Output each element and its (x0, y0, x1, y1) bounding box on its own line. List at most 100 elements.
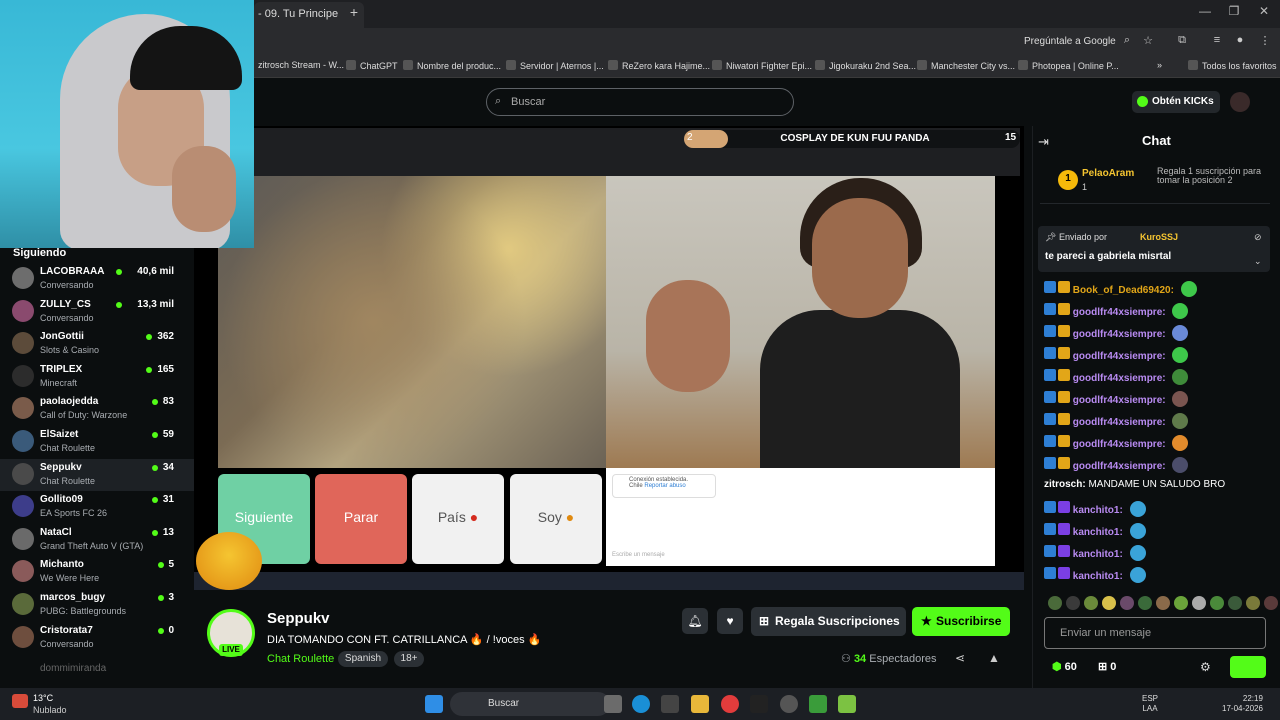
report-icon[interactable]: ▲ (988, 651, 1000, 665)
star-icon[interactable]: ☆ (1141, 34, 1155, 48)
chrome-icon[interactable] (721, 695, 739, 713)
streamer-name[interactable]: Seppukv (267, 610, 330, 627)
chat-username[interactable]: goodlfr44xsiempre: (1073, 329, 1166, 340)
chat-username[interactable]: goodlfr44xsiempre: (1073, 351, 1166, 362)
emote-icon[interactable] (1066, 596, 1080, 610)
chat-username[interactable]: kanchito1: (1073, 549, 1123, 560)
chevron-down-icon[interactable]: ⌄ (1254, 256, 1262, 267)
collapse-chat-icon[interactable]: ⇥ (1038, 134, 1049, 150)
task-view-icon[interactable] (604, 695, 622, 713)
chat-username[interactable]: goodlfr44xsiempre: (1073, 373, 1166, 384)
emote-quickbar[interactable] (1040, 594, 1278, 614)
minimize-icon[interactable]: — (1195, 4, 1215, 22)
weather-desc[interactable]: Nublado (33, 705, 67, 715)
bookmark-item[interactable]: Servidor | Aternos |... (506, 60, 604, 74)
bell-icon[interactable]: 🔔︎ (682, 608, 708, 634)
all-bookmarks[interactable]: Todos los favoritos (1188, 60, 1277, 74)
unpin-icon[interactable]: ⊘ (1254, 232, 1262, 243)
chat-username[interactable]: kanchito1: (1073, 571, 1123, 582)
new-tab-button[interactable]: + (346, 4, 362, 22)
language-indicator[interactable]: ESP LAA (1142, 694, 1158, 714)
sidebar-item-lacobraaa[interactable]: LACOBRAAA Conversando 40,6 mil (0, 263, 194, 295)
sidebar-item-michanto[interactable]: Michanto We Were Here 5 (0, 556, 194, 588)
age-tag[interactable]: 18+ (394, 651, 424, 667)
sidebar-item-natacl[interactable]: NataCl Grand Theft Auto V (GTA) 13 (0, 524, 194, 556)
emote-icon[interactable] (1210, 596, 1224, 610)
windows-start-icon[interactable] (425, 695, 443, 713)
gift-cta[interactable]: Regala 1 suscripción para tomar la posic… (1157, 167, 1267, 185)
menu-icon[interactable]: ⋮ (1258, 34, 1272, 48)
share-icon[interactable]: ⋖ (955, 651, 965, 665)
chat-message-input[interactable]: Enviar un mensaje (1044, 617, 1266, 649)
stream-category[interactable]: Chat Roulette (267, 653, 334, 665)
sidebar-item-marcos_bugy[interactable]: marcos_bugy PUBG: Battlegrounds 3 (0, 589, 194, 621)
emote-icon[interactable] (1228, 596, 1242, 610)
sidebar-item-seppukv[interactable]: Seppukv Chat Roulette 34 (0, 458, 194, 491)
chat-username[interactable]: Book_of_Dead69420: (1073, 285, 1174, 296)
settings-icon[interactable]: ⚙ (1200, 660, 1211, 674)
bookmark-item[interactable]: Manchester City vs... (917, 60, 1015, 74)
sidebar-item-jongottii[interactable]: JonGottii Slots & Casino 362 (0, 328, 194, 360)
chat-username[interactable]: kanchito1: (1073, 527, 1123, 538)
clock[interactable]: 22:19 17-04-2026 (1222, 694, 1263, 714)
sidebar-item-paolaojedda[interactable]: paolaojedda Call of Duty: Warzone 83 (0, 393, 194, 425)
profile-icon[interactable]: ● (1233, 34, 1247, 48)
bookmark-item[interactable]: Nombre del produc... (403, 60, 501, 74)
chat-username[interactable]: goodlfr44xsiempre: (1073, 417, 1166, 428)
gift-subs-button[interactable]: ⊞ Regala Suscripciones (751, 607, 906, 636)
offline-channel[interactable]: dommimiranda (40, 663, 106, 674)
app-icon[interactable] (838, 695, 856, 713)
send-button[interactable] (1230, 656, 1266, 678)
emote-icon[interactable] (1264, 596, 1278, 610)
chat-username[interactable]: kanchito1: (1073, 505, 1123, 516)
search-input[interactable]: ⌕ Buscar (486, 88, 794, 116)
emote-icon[interactable] (1174, 596, 1188, 610)
close-icon[interactable]: ✕ (1254, 4, 1274, 22)
heart-icon[interactable]: ♥ (717, 608, 743, 634)
minecraft-icon[interactable] (809, 695, 827, 713)
extensions-icon[interactable]: ⧉ (1175, 34, 1189, 48)
bookmark-item[interactable]: ChatGPT (346, 60, 398, 74)
file-explorer-icon[interactable] (691, 695, 709, 713)
chat-username[interactable]: goodlfr44xsiempre: (1073, 307, 1166, 318)
gift-balance[interactable]: ⊞ 0 (1098, 660, 1116, 673)
weather-temp[interactable]: 13°C (33, 693, 53, 703)
kicks-balance[interactable]: ⬢ 60 (1052, 660, 1077, 673)
bookmark-item[interactable]: Niwatori Fighter Epi... (712, 60, 812, 74)
zoom-icon[interactable]: ⌕ (1120, 34, 1134, 48)
sidebar-item-zully_cs[interactable]: ZULLY_CS Conversando 13,3 mil (0, 296, 194, 328)
ask-google-button[interactable]: Pregúntale a Google (1008, 33, 1116, 51)
reading-list-icon[interactable]: ≡ (1210, 34, 1224, 48)
chat-username[interactable]: goodlfr44xsiempre: (1073, 439, 1166, 450)
bookmark-item[interactable]: Photopea | Online P... (1018, 60, 1119, 74)
app-icon[interactable] (661, 695, 679, 713)
emote-icon[interactable] (1102, 596, 1116, 610)
taskbar-search[interactable]: Buscar (450, 692, 610, 716)
emote-icon[interactable] (1048, 596, 1062, 610)
bookmarks-overflow-icon[interactable]: » (1157, 60, 1162, 74)
app-icon[interactable] (750, 695, 768, 713)
app-icon[interactable] (780, 695, 798, 713)
bookmark-item[interactable]: ReZero kara Hajime... (608, 60, 710, 74)
emote-icon[interactable] (1246, 596, 1260, 610)
emote-icon[interactable] (1156, 596, 1170, 610)
chat-username[interactable]: goodlfr44xsiempre: (1073, 461, 1166, 472)
emote-icon[interactable] (1192, 596, 1206, 610)
get-kicks-button[interactable]: Obtén KICKs (1132, 91, 1220, 113)
maximize-icon[interactable]: ❐ (1224, 4, 1244, 22)
emote-icon[interactable] (1120, 596, 1134, 610)
sidebar-item-gollito09[interactable]: Gollito09 EA Sports FC 26 31 (0, 491, 194, 523)
weather-icon[interactable] (12, 694, 28, 708)
sidebar-item-cristorata7[interactable]: Cristorata7 Conversando 0 (0, 622, 194, 654)
language-tag[interactable]: Spanish (338, 651, 388, 667)
edge-icon[interactable] (632, 695, 650, 713)
chat-username[interactable]: zitrosch: (1044, 479, 1086, 490)
emote-icon[interactable] (1138, 596, 1152, 610)
bookmark-item[interactable]: Jigokuraku 2nd Sea... (815, 60, 916, 74)
top-gifter-name[interactable]: PelaoAram (1082, 168, 1134, 179)
sidebar-item-elsaizet[interactable]: ElSaizet Chat Roulette 59 (0, 426, 194, 458)
subscribe-button[interactable]: ★ Suscribirse (912, 607, 1010, 636)
user-avatar[interactable] (1230, 92, 1250, 112)
pinned-user[interactable]: KuroSSJ (1140, 232, 1178, 242)
bookmark-item[interactable]: zitrosch Stream - W... (258, 60, 344, 74)
